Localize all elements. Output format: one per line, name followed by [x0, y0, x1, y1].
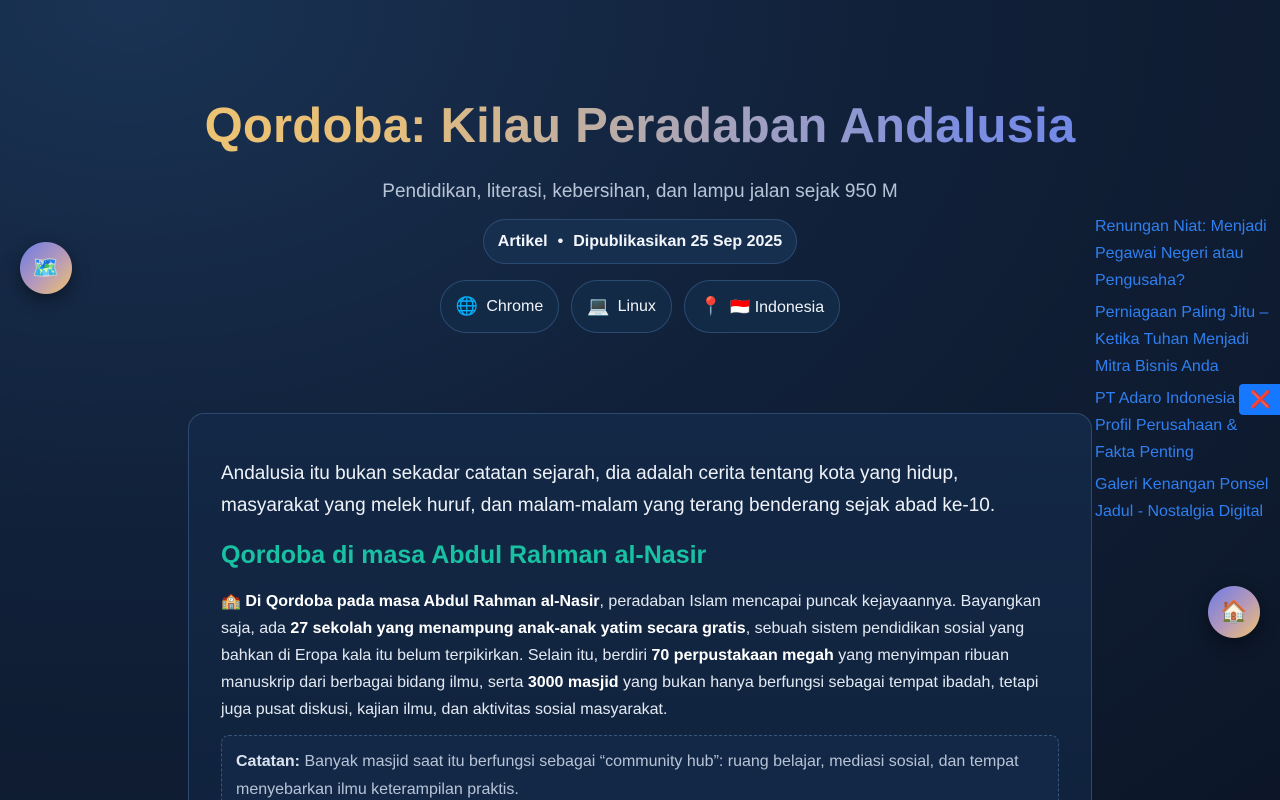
- chip-os: 💻 Linux: [571, 280, 672, 333]
- page-title: Qordoba: Kilau Peradaban Andalusia: [0, 96, 1280, 156]
- note-label: Catatan:: [236, 753, 301, 770]
- map-icon: 🗺️: [32, 255, 60, 280]
- laptop-icon: 💻: [587, 296, 610, 316]
- home-button[interactable]: 🏠: [1208, 586, 1260, 638]
- sidebar-link[interactable]: Perniagaan Paling Jitu – Ketika Tuhan Me…: [1095, 299, 1275, 380]
- chip-label: Chrome: [486, 297, 544, 315]
- pin-icon: 📍: [699, 296, 723, 316]
- bold-text: 27 sekolah yang menampung anak-anak yati…: [290, 620, 746, 637]
- chip-label: Linux: [617, 297, 656, 315]
- meta-type: Artikel: [497, 232, 548, 250]
- home-icon: 🏠: [1220, 599, 1248, 624]
- meta-date: Dipublikasikan 25 Sep 2025: [573, 232, 783, 250]
- bold-text: 70 perpustakaan megah: [651, 647, 834, 664]
- sidebar-link[interactable]: Galeri Kenangan Ponsel Jadul - Nostalgia…: [1095, 471, 1275, 525]
- school-icon: 🏫: [221, 593, 241, 610]
- chip-location: 📍 🇮🇩 Indonesia: [683, 280, 841, 333]
- bold-text: 3000 masjid: [527, 674, 619, 691]
- note-text: Banyak masjid saat itu berfungsi sebagai…: [236, 753, 1019, 798]
- article-card: Andalusia itu bukan sekadar catatan seja…: [188, 413, 1092, 800]
- sidebar-link[interactable]: Renungan Niat: Menjadi Pegawai Negeri at…: [1095, 213, 1275, 294]
- related-links-sidebar: Renungan Niat: Menjadi Pegawai Negeri at…: [1095, 213, 1275, 530]
- page-subtitle: Pendidikan, literasi, kebersihan, dan la…: [382, 181, 898, 202]
- chip-browser: 🌐 Chrome: [439, 280, 560, 333]
- chip-label: 🇮🇩 Indonesia: [730, 298, 825, 316]
- article-lead: Andalusia itu bukan sekadar catatan seja…: [221, 463, 996, 516]
- meta-badge: Artikel • Dipublikasikan 25 Sep 2025: [483, 219, 797, 264]
- map-button[interactable]: 🗺️: [20, 242, 72, 294]
- article-paragraph: 🏫 Di Qordoba pada masa Abdul Rahman al-N…: [221, 588, 1059, 723]
- bold-text: Di Qordoba pada masa Abdul Rahman al-Nas…: [245, 593, 600, 610]
- close-icon: ❌: [1250, 389, 1272, 409]
- info-chips: 🌐 Chrome 💻 Linux 📍 🇮🇩 Indonesia: [0, 280, 1280, 333]
- close-sidebar-button[interactable]: ❌: [1239, 384, 1280, 415]
- note-box: Catatan: Banyak masjid saat itu berfungs…: [221, 735, 1059, 800]
- meta-separator: •: [557, 232, 564, 250]
- globe-icon: 🌐: [455, 296, 479, 316]
- section-heading: Qordoba di masa Abdul Rahman al-Nasir: [221, 541, 707, 569]
